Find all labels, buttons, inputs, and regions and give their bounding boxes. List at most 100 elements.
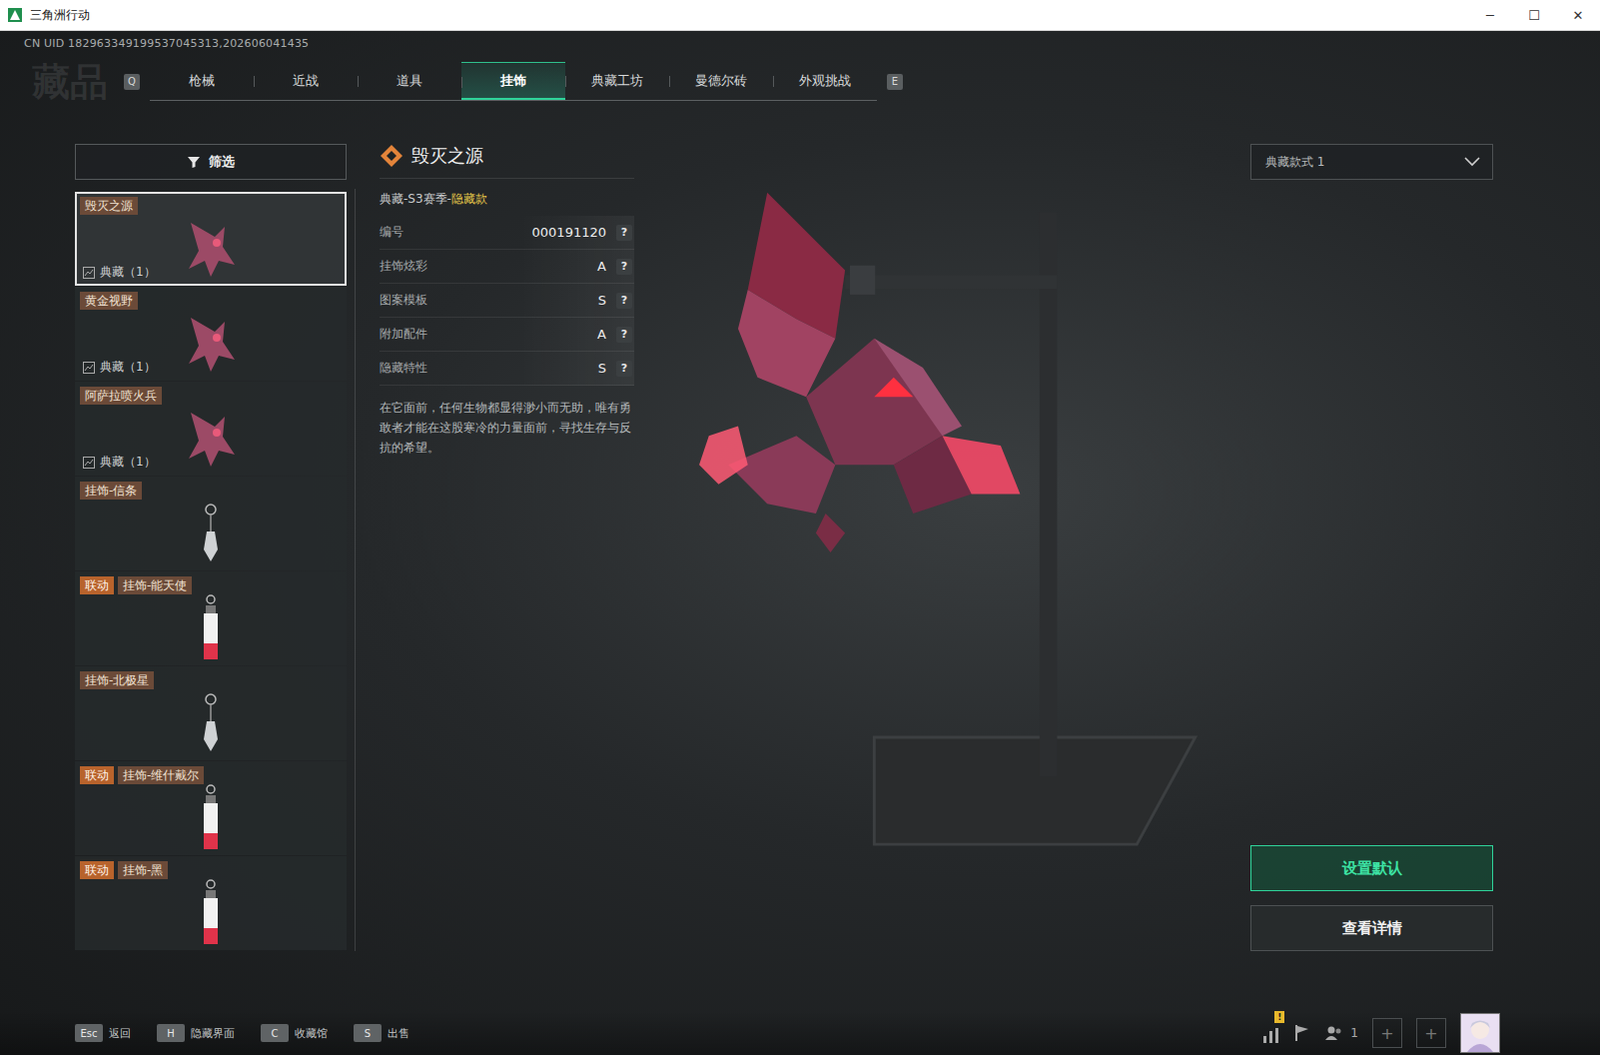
item-preview[interactable] — [634, 143, 1251, 1011]
help-button[interactable]: ? — [616, 292, 633, 309]
detail-title: 毁灭之源 — [379, 143, 635, 179]
item-name-tag: 挂饰-北极星 — [76, 668, 345, 690]
item-card[interactable]: 阿萨拉喷火兵典藏（1） — [74, 381, 347, 476]
attribute-row: 图案模板S? — [379, 283, 635, 318]
game-logo-icon — [7, 7, 22, 22]
item-count: 典藏（1） — [82, 453, 156, 471]
next-tab-key[interactable]: E — [886, 73, 903, 90]
rarity-diamond-icon — [379, 143, 404, 168]
action-buttons: 设置默认查看详情 — [1250, 844, 1494, 951]
panel-divider — [354, 188, 356, 951]
gallery-icon — [82, 456, 95, 469]
item-thumbnail — [76, 784, 345, 853]
item-count: 典藏（1） — [82, 358, 156, 376]
item-card[interactable]: 联动挂饰-黑 — [74, 855, 347, 950]
window-control-button[interactable]: ✕ — [1556, 0, 1600, 30]
card-charm-thumbnail-icon — [198, 878, 223, 948]
avatar-icon — [1461, 1013, 1500, 1052]
bottom-bar: Esc返回 H隐藏界面 C收藏馆 S出售! 1 + + — [0, 1010, 1600, 1055]
item-thumbnail — [76, 878, 345, 948]
item-card[interactable]: 黄金视野典藏（1） — [74, 286, 347, 381]
page-watermark: 藏品 — [23, 62, 114, 101]
detail-category: 典藏-S3赛季-隐藏款 — [379, 178, 635, 216]
chevron-down-icon — [1464, 156, 1481, 167]
figure-thumbnail-icon — [180, 216, 241, 283]
hotkey-hint[interactable]: S出售 — [353, 1023, 410, 1042]
window-control-button[interactable]: ─ — [1468, 0, 1513, 30]
item-name-tag: 黄金视野 — [76, 288, 345, 310]
hotkey-hint[interactable]: C收藏馆 — [260, 1023, 328, 1042]
friends-button[interactable]: 1 — [1324, 1024, 1359, 1041]
alert-badge: ! — [1274, 1010, 1285, 1023]
header: CN UID 182963349199537045313,20260604143… — [0, 30, 1600, 101]
attribute-row: 编号000191120? — [379, 215, 635, 250]
title-bar: 三角洲行动 ─☐✕ — [0, 0, 1600, 31]
system-tray: ! 1 + + — [1262, 1012, 1501, 1053]
filter-button[interactable]: 筛选 — [74, 143, 347, 180]
uid-label: CN UID 182963349199537045313,20260604143… — [23, 36, 1600, 50]
card-charm-thumbnail-icon — [198, 594, 223, 664]
item-thumbnail — [76, 594, 345, 664]
figure-thumbnail-icon — [180, 406, 241, 473]
collab-badge: 联动 — [79, 860, 114, 879]
tab[interactable]: 曼德尔砖 — [669, 61, 774, 100]
tab-row: 藏品 Q 枪械近战道具挂饰典藏工坊曼德尔砖外观挑战 E — [23, 61, 1600, 101]
attribute-row: 隐藏特性S? — [379, 351, 635, 386]
game-screen: CN UID 182963349199537045313,20260604143… — [0, 30, 1600, 1055]
player-avatar[interactable] — [1460, 1012, 1501, 1053]
tab[interactable]: 枪械 — [149, 61, 254, 100]
add-slot-button[interactable]: + — [1372, 1017, 1403, 1048]
flag-button[interactable] — [1294, 1023, 1311, 1042]
help-button[interactable]: ? — [616, 224, 633, 241]
charm-thumbnail-icon — [195, 501, 226, 568]
help-button[interactable]: ? — [616, 258, 633, 275]
item-card[interactable]: 挂饰-信条 — [74, 476, 347, 571]
help-button[interactable]: ? — [616, 326, 633, 343]
funnel-icon — [186, 154, 201, 169]
people-icon — [1324, 1024, 1345, 1041]
item-name-tag: 联动挂饰-黑 — [76, 857, 345, 879]
stats-button[interactable]: ! — [1262, 1022, 1281, 1043]
attribute-row: 附加配件A? — [379, 317, 635, 352]
item-name-tag: 联动挂饰-维什戴尔 — [76, 763, 345, 785]
attribute-row: 挂饰炫彩A? — [379, 249, 635, 284]
bar-chart-icon — [1262, 1026, 1281, 1043]
item-card[interactable]: 联动挂饰-维什戴尔 — [74, 761, 347, 855]
gallery-icon — [82, 266, 95, 279]
hotkey-hint[interactable]: H隐藏界面 — [156, 1023, 235, 1042]
item-card[interactable]: 毁灭之源典藏（1） — [74, 191, 347, 286]
tab[interactable]: 典藏工坊 — [565, 61, 670, 100]
help-button[interactable]: ? — [616, 360, 633, 377]
charm-thumbnail-icon — [195, 691, 226, 758]
hotkey-hint[interactable]: Esc返回 — [74, 1023, 131, 1042]
item-card[interactable]: 挂饰-北极星 — [74, 666, 347, 761]
item-thumbnail — [76, 689, 345, 759]
item-description: 在它面前，任何生物都显得渺小而无助，唯有勇敢者才能在这股寒冷的力量面前，寻找生存… — [379, 397, 635, 458]
style-dropdown[interactable]: 典藏款式 1 — [1250, 143, 1494, 180]
charm-model-icon — [634, 143, 1251, 942]
action-button[interactable]: 设置默认 — [1250, 844, 1494, 891]
window-controls: ─☐✕ — [1468, 0, 1600, 30]
item-thumbnail — [76, 499, 345, 569]
figure-thumbnail-icon — [180, 311, 241, 378]
tab[interactable]: 外观挑战 — [773, 61, 877, 100]
flag-icon — [1294, 1023, 1311, 1042]
card-charm-thumbnail-icon — [198, 784, 223, 853]
item-card[interactable]: 联动挂饰-能天使 — [74, 571, 347, 666]
window-title: 三角洲行动 — [29, 6, 90, 24]
tab-bar: 枪械近战道具挂饰典藏工坊曼德尔砖外观挑战 — [149, 61, 877, 101]
tab[interactable]: 道具 — [357, 61, 462, 100]
tab[interactable]: 近战 — [253, 61, 358, 100]
prev-tab-key[interactable]: Q — [123, 73, 140, 90]
item-name-tag: 联动挂饰-能天使 — [76, 573, 345, 595]
right-column: 典藏款式 1 设置默认查看详情 — [1250, 143, 1494, 1011]
detail-panel: 毁灭之源典藏-S3赛季-隐藏款编号000191120?挂饰炫彩A?图案模板S?附… — [379, 143, 635, 1011]
tab[interactable]: 挂饰 — [461, 61, 566, 100]
collab-badge: 联动 — [79, 766, 114, 785]
add-slot-button[interactable]: + — [1416, 1017, 1447, 1048]
window-control-button[interactable]: ☐ — [1512, 0, 1557, 30]
action-button[interactable]: 查看详情 — [1250, 904, 1494, 951]
item-name-tag: 毁灭之源 — [76, 193, 345, 215]
item-name-tag: 挂饰-信条 — [76, 478, 345, 500]
item-list: 毁灭之源典藏（1）黄金视野典藏（1）阿萨拉喷火兵典藏（1）挂饰-信条联动挂饰-能… — [74, 191, 347, 950]
